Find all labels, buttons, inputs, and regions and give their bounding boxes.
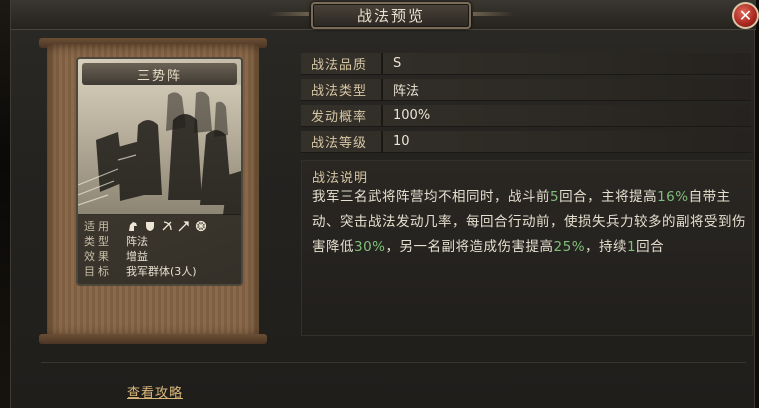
desc-segment: ，持续: [585, 239, 628, 255]
desc-highlight: 1: [627, 239, 637, 255]
desc-highlight: 30%: [354, 239, 386, 255]
tactic-preview-dialog: 战法预览 ✕ 三势阵 适用 类型 阵法 效果 增益 目标 我军群体(3人) 战法…: [10, 0, 759, 408]
info-value: 阵法: [126, 234, 148, 248]
description-text: 我军三名武将阵营均不相同时，战斗前5回合，主将提高16%自带主动、突击战法发动几…: [312, 185, 752, 260]
footer-divider: [41, 362, 746, 363]
desc-highlight: 5: [550, 189, 560, 205]
attr-value: S: [393, 56, 402, 71]
attr-row-quality: 战法品质 S: [301, 52, 751, 75]
desc-segment: ，另一名副将造成伤害提高: [385, 239, 554, 255]
dialog-title: 战法预览: [356, 7, 425, 25]
info-row-target: 目标 我军群体(3人): [84, 263, 235, 278]
close-icon: ✕: [738, 6, 753, 25]
scroll-rod-bottom: [39, 334, 267, 344]
attr-value: 阵法: [393, 84, 420, 99]
info-row-effect: 效果 增益: [84, 248, 235, 263]
shield-icon: [143, 219, 157, 232]
attr-value: 100%: [393, 108, 431, 123]
info-value: 增益: [126, 249, 148, 263]
bow-icon: [160, 219, 174, 232]
info-key: 类型: [84, 234, 112, 248]
title-plate: 战法预览: [311, 2, 471, 29]
attr-row-type: 战法类型 阵法: [301, 78, 751, 101]
card-title: 三势阵: [136, 68, 182, 84]
attr-row-level: 战法等级 10: [301, 130, 751, 153]
title-ornament-right: [473, 12, 513, 16]
soldiers-art: [78, 85, 241, 215]
desc-highlight: 25%: [553, 239, 586, 255]
desc-segment: 回合，主将提高: [559, 189, 658, 205]
attr-key: 战法类型: [311, 84, 368, 99]
info-row-type: 类型 阵法: [84, 233, 235, 248]
attr-key: 发动概率: [311, 110, 368, 125]
desc-segment: 回合: [636, 239, 665, 255]
info-row-applicable: 适用: [84, 218, 235, 233]
attr-row-probability: 发动概率 100%: [301, 104, 751, 127]
info-key: 适用: [84, 219, 112, 233]
spear-icon: [177, 219, 191, 232]
info-value: 我军群体(3人): [126, 264, 197, 278]
card-info-panel: 适用 类型 阵法 效果 增益 目标 我军群体(3人): [78, 214, 241, 284]
unit-type-icons: [126, 219, 208, 232]
card-title-bar: 三势阵: [82, 63, 237, 85]
attr-key: 战法品质: [311, 58, 368, 73]
siege-icon: [194, 219, 208, 232]
info-key: 效果: [84, 249, 112, 263]
desc-highlight: 16%: [657, 189, 689, 205]
desc-segment: 我军三名武将阵营均不相同时，战斗前: [312, 189, 550, 205]
view-guide-link[interactable]: 查看攻略: [127, 382, 183, 401]
close-button[interactable]: ✕: [732, 2, 759, 29]
description-box: 战法说明 我军三名武将阵营均不相同时，战斗前5回合，主将提高16%自带主动、突击…: [301, 160, 753, 336]
tactic-card: 三势阵 适用 类型 阵法 效果 增益 目标 我军群体(3人): [76, 57, 243, 286]
attr-value: 10: [393, 134, 410, 149]
cavalry-icon: [126, 219, 140, 232]
description-label: 战法说明: [312, 171, 369, 186]
title-bar: 战法预览 ✕: [11, 0, 759, 30]
attr-key: 战法等级: [311, 136, 368, 151]
info-key: 目标: [84, 264, 112, 278]
title-ornament-left: [269, 12, 309, 16]
